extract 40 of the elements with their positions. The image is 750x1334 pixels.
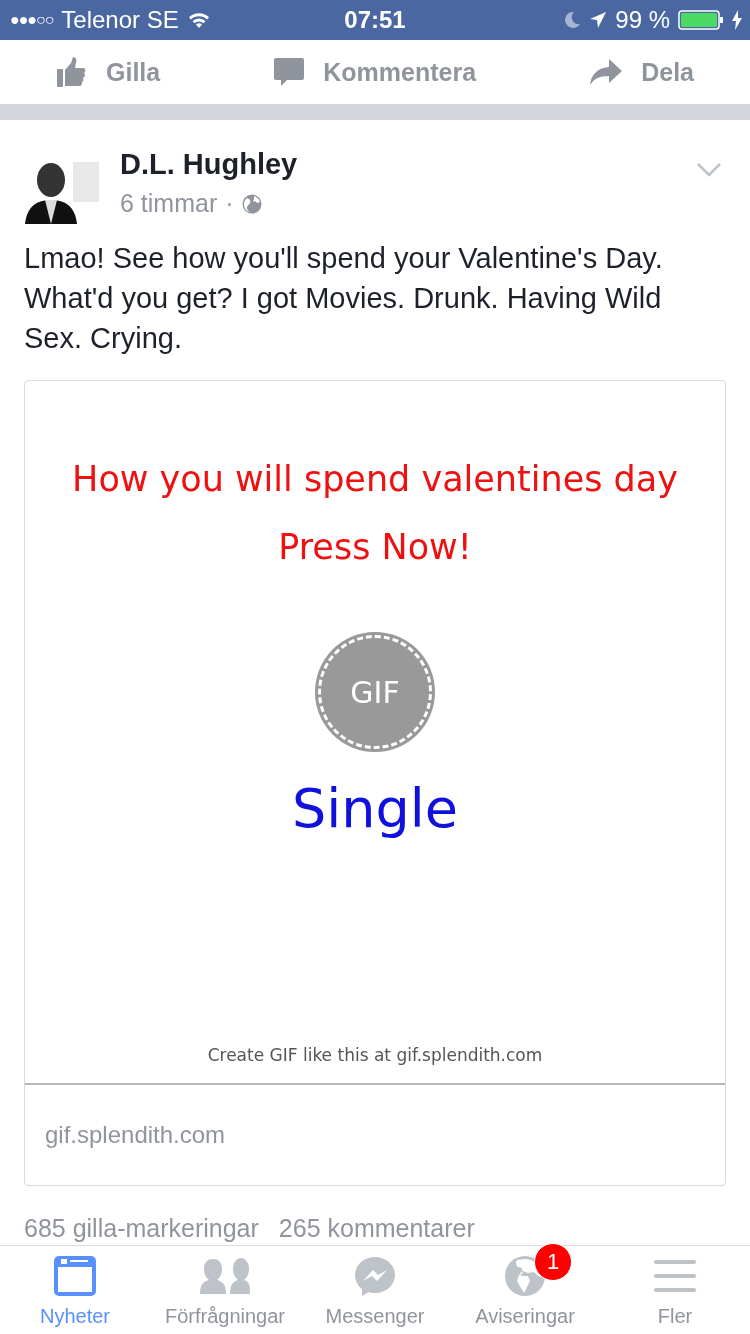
people-icon — [200, 1257, 250, 1295]
chevron-down-icon[interactable] — [696, 162, 722, 178]
tab-bar-item[interactable]: 1 Aviseringar — [450, 1246, 600, 1334]
news-feed-icon — [54, 1256, 96, 1296]
tab-bar-item[interactable]: Förfrågningar — [150, 1246, 300, 1334]
post-time[interactable]: 6 timmar — [120, 189, 218, 218]
battery-icon — [678, 10, 724, 30]
gif-call-to-action: Press Now! — [278, 527, 472, 567]
author-name[interactable]: D.L. Hughley — [120, 148, 298, 181]
battery-percent: 99 % — [615, 6, 670, 34]
action-button[interactable]: Dela — [589, 57, 694, 87]
globe-icon — [241, 193, 262, 214]
charging-bolt-icon — [732, 10, 742, 30]
tab-bar-item[interactable]: Fler — [600, 1246, 750, 1334]
share-arrow-icon — [589, 58, 624, 86]
tab-bar-item[interactable]: Messenger — [300, 1246, 450, 1334]
carrier-name: Telenor SE — [61, 6, 179, 34]
thumbs-up-icon — [56, 56, 88, 88]
wifi-icon — [186, 11, 211, 29]
gif-play-button[interactable]: GIF — [318, 635, 432, 749]
menu-icon — [654, 1259, 696, 1293]
post-text: Lmao! See how you'll spend your Valentine's Day. What'd you get? I got Movies. Drunk. Having Wild Sex. Crying. — [24, 241, 664, 356]
separator-dot: · — [225, 189, 234, 218]
link-domain: gif.splendith.com — [45, 1121, 226, 1149]
link-card[interactable]: How you will spend valentines day Press Now! GIF Single Create GIF like this at gif.splendith.com gif.splendith.com — [24, 380, 726, 1186]
comments-count[interactable]: 265 kommentarer — [278, 1214, 475, 1243]
speech-bubble-icon — [273, 57, 306, 87]
tab-bar-item[interactable]: Nyheter — [0, 1246, 150, 1334]
likes-count[interactable]: 685 gilla-markeringar — [24, 1214, 259, 1243]
location-arrow-icon — [589, 11, 608, 29]
notification-badge: 1 — [534, 1243, 572, 1281]
messenger-icon — [354, 1256, 396, 1296]
signal-dots: ●●●○○ — [10, 11, 54, 29]
gif-headline: How you will spend valentines day — [72, 459, 678, 499]
gif-result: Single — [292, 777, 458, 840]
action-button[interactable]: Gilla — [56, 56, 161, 88]
clock: 07:51 — [344, 6, 406, 34]
gif-footer: Create GIF like this at gif.splendith.com — [207, 1045, 543, 1065]
moon-icon — [563, 11, 582, 29]
action-button[interactable]: Kommentera — [273, 57, 477, 87]
